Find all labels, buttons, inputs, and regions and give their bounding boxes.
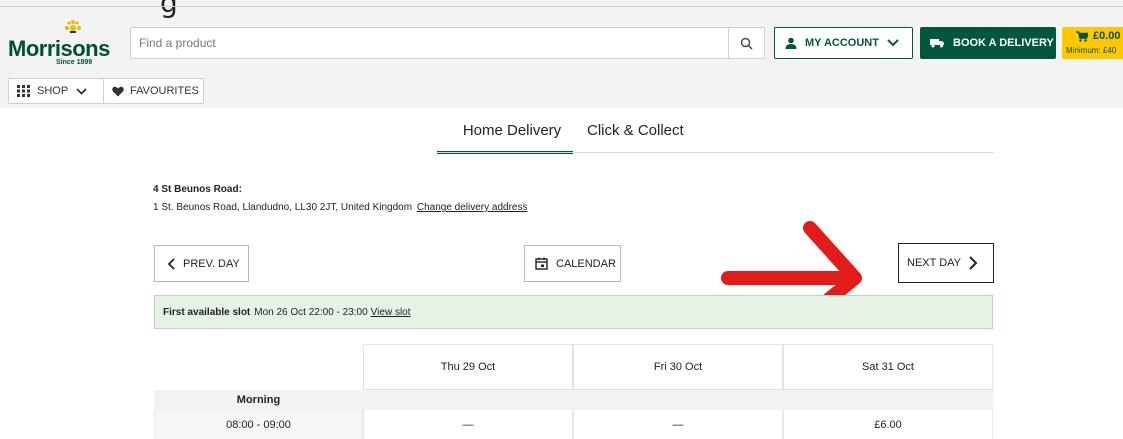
slot-cell-price[interactable]: £6.00 (783, 410, 993, 439)
search-input[interactable] (139, 28, 719, 58)
address-text: 1 St. Beunos Road, Llandudno, LL30 2JT, … (153, 202, 413, 213)
first-slot-value: Mon 26 Oct 22:00 - 23:00 (254, 306, 368, 318)
site-header: Morrisons Since 1899 MY ACCOUNT BOOK A D… (0, 18, 1123, 74)
slot-cell: — (363, 410, 573, 439)
my-account-button[interactable]: MY ACCOUNT (774, 27, 913, 59)
book-delivery-label: BOOK A DELIVERY (953, 37, 1054, 49)
delivery-truck-icon (930, 39, 944, 48)
address-line: 1 St. Beunos Road, Llandudno, LL30 2JT, … (153, 202, 527, 213)
shop-menu-button[interactable]: SHOP (8, 78, 115, 104)
favourites-button[interactable]: FAVOURITES (103, 78, 204, 104)
search-button[interactable] (728, 28, 764, 58)
calendar-button[interactable]: CALENDAR (524, 245, 621, 282)
delivery-slot-panel: Home Delivery Click & Collect 4 St Beuno… (0, 108, 1123, 439)
slot-cell: — (573, 410, 783, 439)
period-row: Morning (154, 390, 993, 410)
cropped-page-caption: g (160, 0, 178, 19)
first-available-slot-banner: First available slot Mon 26 Oct 22:00 - … (154, 295, 993, 329)
calendar-icon (535, 257, 548, 270)
calendar-label: CALENDAR (556, 257, 616, 270)
basket-minimum: Minimum: £40 (1066, 46, 1117, 55)
divider (0, 6, 1123, 7)
search-box (130, 27, 765, 59)
book-delivery-button[interactable]: BOOK A DELIVERY (920, 27, 1056, 59)
next-day-label: NEXT DAY (907, 257, 961, 269)
shop-label: SHOP (37, 85, 69, 97)
chevron-down-icon (887, 39, 899, 47)
chevron-right-icon (969, 256, 978, 270)
favourites-label: FAVOURITES (130, 85, 199, 97)
heart-icon (112, 86, 124, 96)
basket-total: £0.00 (1093, 30, 1121, 42)
tab-click-collect[interactable]: Click & Collect (587, 122, 684, 154)
day-header: Thu 29 Oct (363, 344, 573, 390)
address-title: 4 St Beunos Road: (153, 184, 242, 195)
view-slot-link[interactable]: View slot (371, 307, 411, 318)
user-icon (785, 37, 797, 49)
first-slot-label: First available slot (163, 306, 251, 318)
basket-button[interactable]: £0.00 Minimum: £40 (1062, 27, 1123, 59)
search-icon (740, 37, 753, 49)
flower-icon (65, 20, 81, 33)
day-header: Sat 31 Oct (783, 344, 993, 390)
grid-menu-icon (17, 85, 30, 97)
cart-icon (1076, 30, 1088, 42)
day-header: Fri 30 Oct (573, 344, 783, 390)
delivery-tabs: Home Delivery Click & Collect (437, 122, 684, 154)
slot-time: 08:00 - 09:00 (154, 410, 363, 439)
divider (437, 152, 994, 153)
chevron-left-icon (167, 257, 175, 270)
my-account-label: MY ACCOUNT (805, 37, 879, 49)
chevron-down-icon (76, 87, 87, 95)
tab-home-delivery[interactable]: Home Delivery (437, 122, 573, 154)
next-day-button[interactable]: NEXT DAY (898, 243, 994, 283)
change-address-link[interactable]: Change delivery address (417, 202, 528, 213)
period-label: Morning (236, 394, 281, 406)
prev-day-button[interactable]: PREV. DAY (154, 245, 249, 282)
brand-since: Since 1899 (56, 59, 93, 66)
category-nav: SHOP FAVOURITES (0, 78, 1123, 106)
slot-row: 08:00 - 09:00 — — £6.00 (154, 410, 993, 439)
morrisons-logo[interactable]: Morrisons Since 1899 (8, 18, 126, 70)
prev-day-label: PREV. DAY (183, 257, 240, 270)
grid-corner (154, 344, 363, 390)
